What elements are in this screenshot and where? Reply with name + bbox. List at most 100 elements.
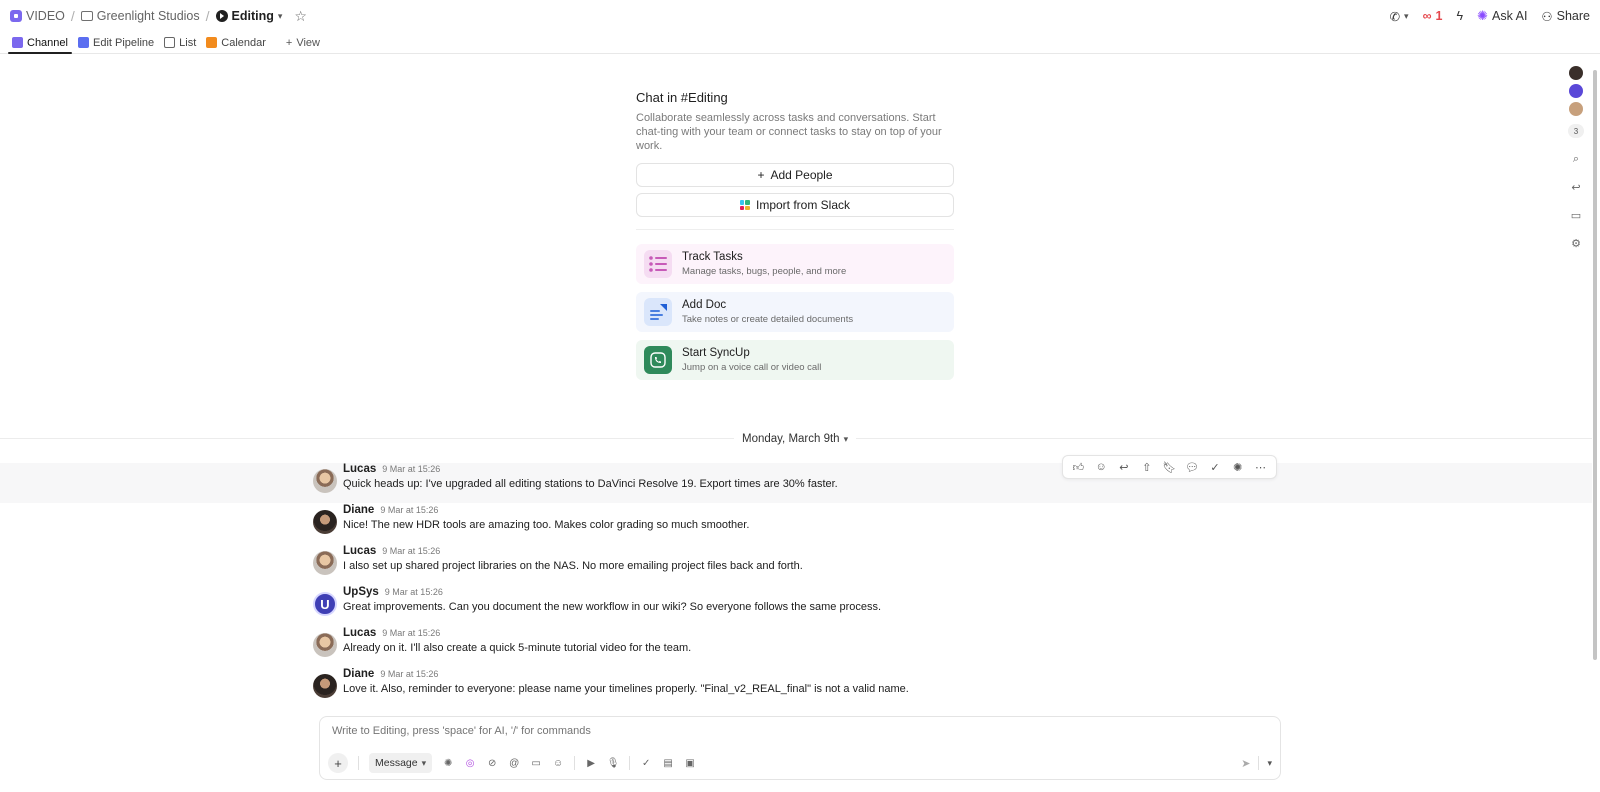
call-menu-button[interactable]: ✆ ▾ bbox=[1390, 9, 1409, 24]
image-icon[interactable]: ▣ bbox=[684, 757, 696, 769]
phone-icon: ✆ bbox=[1389, 9, 1401, 24]
paperclip-icon[interactable]: ⊘ bbox=[486, 757, 498, 769]
share-label: Share bbox=[1556, 9, 1590, 23]
add-doc-title: Add Doc bbox=[682, 299, 727, 311]
ai-sparkle-icon[interactable]: ✺ bbox=[1231, 460, 1245, 474]
message-item[interactable]: Lucas 9 Mar at 15:26 I also set up share… bbox=[313, 545, 1263, 575]
message-author[interactable]: UpSys bbox=[343, 586, 379, 598]
automation-button[interactable]: ϟ bbox=[1456, 9, 1463, 23]
message-author[interactable]: Diane bbox=[343, 668, 374, 680]
list-icon bbox=[164, 37, 176, 48]
track-tasks-subtitle: Manage tasks, bugs, people, and more bbox=[682, 266, 847, 277]
emoji-icon[interactable]: ☺ bbox=[552, 757, 564, 769]
add-view-button[interactable]: + View bbox=[282, 32, 324, 53]
lightning-icon: ϟ bbox=[1456, 9, 1464, 23]
chevron-down-icon[interactable]: ▾ bbox=[278, 11, 283, 22]
chevron-down-icon[interactable]: ▾ bbox=[1267, 758, 1272, 769]
share-icon[interactable]: ⇧ bbox=[1140, 460, 1154, 474]
thumbs-up-icon[interactable]: 👍︎ bbox=[1071, 460, 1085, 474]
breadcrumb-space-label: VIDEO bbox=[26, 9, 65, 23]
avatar[interactable] bbox=[313, 633, 337, 657]
avatar[interactable] bbox=[313, 510, 337, 534]
share-button[interactable]: ⚇ Share bbox=[1541, 9, 1590, 24]
reply-icon[interactable]: ↩ bbox=[1117, 460, 1131, 474]
message-item[interactable]: U UpSys 9 Mar at 15:26 Great improvement… bbox=[313, 586, 1263, 616]
send-icon[interactable]: ➤ bbox=[1241, 757, 1250, 770]
date-divider-button[interactable]: Monday, March 9th ▾ bbox=[734, 430, 857, 448]
message-composer: + Message ▾ ✺ ◎ ⊘ @ ▭ ☺ ▶ 🎙︎ ✓ ▤ ▣ ➤ ▾ bbox=[319, 716, 1281, 780]
member-count[interactable]: 3 bbox=[1568, 124, 1584, 138]
replies-icon[interactable]: ↩ bbox=[1569, 180, 1583, 194]
tab-list[interactable]: List bbox=[160, 32, 200, 53]
chevron-down-icon: ▾ bbox=[843, 433, 849, 444]
document-icon bbox=[644, 298, 672, 326]
create-task-icon[interactable]: ✓ bbox=[1208, 460, 1222, 474]
message-input[interactable] bbox=[332, 725, 1232, 737]
message-item[interactable]: Lucas 9 Mar at 15:26 Already on it. I'll… bbox=[313, 627, 1263, 657]
bookmark-icon[interactable]: 🔖︎ bbox=[1162, 460, 1176, 474]
thread-icon[interactable]: 💬︎ bbox=[1185, 460, 1199, 474]
intro-description: Collaborate seamlessly across tasks and … bbox=[636, 112, 942, 152]
gear-icon[interactable]: ⚙ bbox=[1569, 236, 1583, 250]
calendar-icon bbox=[206, 37, 218, 48]
comment-icon[interactable]: ▭ bbox=[530, 757, 542, 769]
folder-icon bbox=[80, 11, 93, 21]
track-tasks-title: Track Tasks bbox=[682, 251, 743, 263]
notifications-button[interactable]: ∞ 1 bbox=[1423, 9, 1443, 23]
microphone-icon[interactable]: 🎙︎ bbox=[607, 757, 620, 769]
avatar[interactable] bbox=[313, 551, 337, 575]
add-attachment-button[interactable]: + bbox=[328, 753, 348, 773]
scrollbar[interactable] bbox=[1592, 56, 1598, 786]
message-author[interactable]: Lucas bbox=[343, 545, 376, 557]
doc-icon[interactable]: ▤ bbox=[662, 757, 674, 769]
tab-edit-pipeline[interactable]: Edit Pipeline bbox=[74, 32, 158, 53]
message-type-select[interactable]: Message ▾ bbox=[369, 753, 433, 773]
ai-assistant-icon[interactable]: ◎ bbox=[464, 757, 476, 769]
start-syncup-card[interactable]: Start SyncUp Jump on a voice call or vid… bbox=[636, 340, 954, 380]
task-check-icon[interactable]: ✓ bbox=[640, 757, 652, 769]
plus-icon: + bbox=[757, 168, 765, 182]
toolbar-divider bbox=[629, 756, 631, 770]
avatar[interactable] bbox=[313, 469, 337, 493]
breadcrumb-folder[interactable]: Greenlight Studios bbox=[80, 9, 200, 23]
import-from-slack-button[interactable]: Import from Slack bbox=[636, 193, 954, 217]
track-tasks-card[interactable]: Track Tasks Manage tasks, bugs, people, … bbox=[636, 244, 954, 284]
import-from-slack-label: Import from Slack bbox=[755, 198, 851, 212]
message-timestamp: 9 Mar at 15:26 bbox=[380, 669, 439, 679]
favorite-star-icon[interactable]: ☆ bbox=[294, 8, 307, 25]
breadcrumb-separator: / bbox=[70, 8, 75, 24]
plus-icon: + bbox=[285, 36, 293, 49]
add-people-button[interactable]: + Add People bbox=[636, 163, 954, 187]
channel-intro: Chat in #Editing Collaborate seamlessly … bbox=[636, 90, 954, 380]
message-author[interactable]: Lucas bbox=[343, 463, 376, 475]
message-author[interactable]: Lucas bbox=[343, 627, 376, 639]
breadcrumb-space[interactable]: VIDEO bbox=[10, 9, 65, 23]
scrollbar-thumb[interactable] bbox=[1593, 70, 1597, 660]
member-avatar[interactable] bbox=[1569, 84, 1583, 98]
mention-icon[interactable]: @ bbox=[508, 757, 520, 769]
message-author[interactable]: Diane bbox=[343, 504, 374, 516]
more-options-icon[interactable]: ⋯ bbox=[1254, 460, 1268, 474]
message-item[interactable]: Diane 9 Mar at 15:26 Nice! The new HDR t… bbox=[313, 504, 1263, 534]
top-actions: ✆ ▾ ∞ 1 ϟ ✺ Ask AI ⚇ Share bbox=[1390, 8, 1590, 24]
start-syncup-title: Start SyncUp bbox=[682, 347, 750, 359]
breadcrumb-channel[interactable]: Editing ▾ bbox=[215, 9, 283, 23]
search-icon[interactable]: ⌕ bbox=[1569, 152, 1583, 166]
slack-icon bbox=[739, 200, 750, 210]
member-avatar[interactable] bbox=[1569, 66, 1583, 80]
tab-channel[interactable]: Channel bbox=[8, 32, 72, 54]
tab-calendar[interactable]: Calendar bbox=[202, 32, 270, 53]
ai-sparkle-icon[interactable]: ✺ bbox=[442, 757, 454, 769]
ask-ai-button[interactable]: ✺ Ask AI bbox=[1477, 8, 1527, 24]
avatar[interactable] bbox=[313, 674, 337, 698]
notification-count: 1 bbox=[1435, 9, 1443, 23]
video-clip-icon[interactable]: ▶ bbox=[585, 757, 597, 769]
add-reaction-icon[interactable]: ☺ bbox=[1094, 460, 1108, 474]
chevron-down-icon: ▾ bbox=[1404, 10, 1409, 21]
avatar[interactable]: U bbox=[313, 592, 337, 616]
space-icon bbox=[10, 10, 22, 22]
member-avatar[interactable] bbox=[1569, 102, 1583, 116]
add-doc-card[interactable]: Add Doc Take notes or create detailed do… bbox=[636, 292, 954, 332]
threads-icon[interactable]: ▭ bbox=[1569, 208, 1583, 222]
message-item[interactable]: Diane 9 Mar at 15:26 Love it. Also, remi… bbox=[313, 668, 1263, 698]
